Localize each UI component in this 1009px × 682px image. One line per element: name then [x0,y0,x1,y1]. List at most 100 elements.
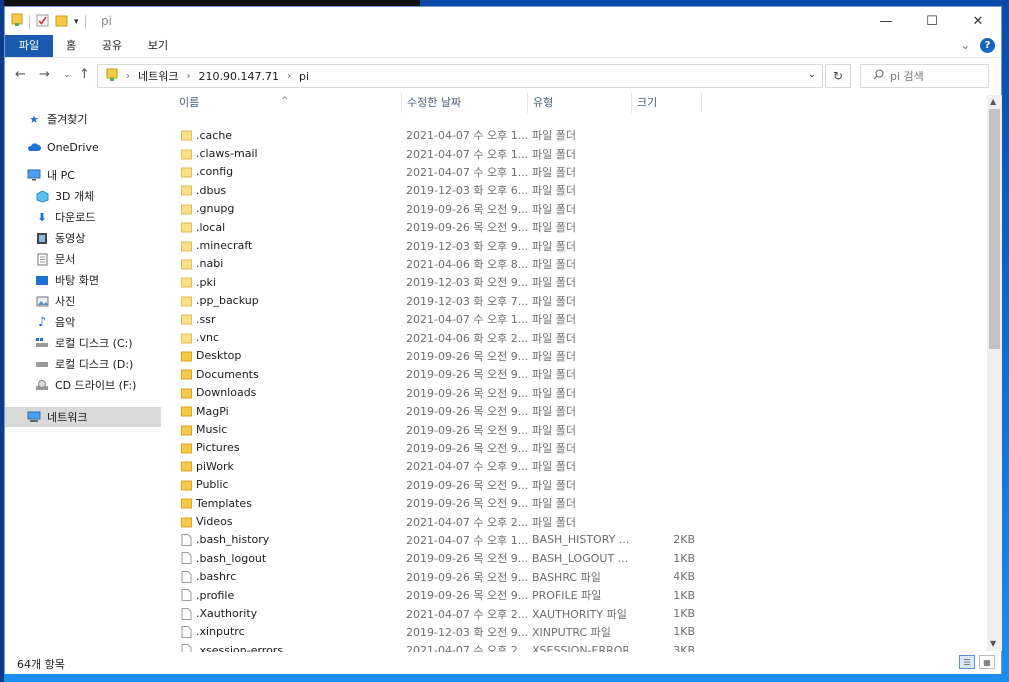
minimize-button[interactable]: — [863,7,909,35]
folder-icon [181,221,196,233]
table-row[interactable]: .claws-mail 2021-04-07 수 오후 1... 파일 폴더 [161,144,701,162]
column-header-date[interactable]: 수정한 날짜 [401,91,527,115]
modified-date: 2019-09-26 목 오전 9... [406,589,528,603]
tab-share[interactable]: 공유 [97,35,127,57]
tab-home[interactable]: 홈 [59,35,83,57]
breadcrumb-network[interactable]: 네트워크 [138,68,178,84]
table-row[interactable]: Videos 2021-04-07 수 오후 2... 파일 폴더 [161,512,701,530]
nav-item-drive-d[interactable]: 로컬 디스크 (D:) [5,354,161,374]
nav-item-cd-drive[interactable]: CD 드라이브 (F:) [5,375,161,395]
back-arrow-icon[interactable]: ← [15,67,26,82]
tab-view[interactable]: 보기 [143,35,173,57]
nav-item-desktop[interactable]: 바탕 화면 [5,270,161,290]
recent-locations-chevron-icon[interactable]: ⌄ [63,70,71,80]
refresh-button[interactable]: ↻ [825,64,851,88]
table-row[interactable]: Templates 2019-09-26 목 오전 9... 파일 폴더 [161,494,701,512]
nav-item-3d-objects[interactable]: 3D 개체 [5,186,161,206]
folder-icon [181,460,196,472]
table-row[interactable]: piWork 2021-04-07 수 오후 9... 파일 폴더 [161,457,701,475]
search-input[interactable]: pi 검색 [860,64,989,88]
nav-item-downloads[interactable]: ⬇ 다운로드 [5,207,161,227]
close-button[interactable]: ✕ [955,7,1001,35]
nav-item-favorites[interactable]: ★ 즐겨찾기 [5,109,161,129]
nav-item-label: 음악 [55,316,76,329]
file-size: 1KB [673,551,695,565]
address-bar[interactable]: › 네트워크 › 210.90.147.71 › pi ⌄ [97,64,823,88]
nav-item-this-pc[interactable]: 내 PC [5,165,161,185]
nav-item-music[interactable]: ♪ 음악 [5,312,161,332]
maximize-button[interactable]: ☐ [909,7,955,35]
column-divider[interactable] [701,93,702,113]
breadcrumb-separator: › [186,70,191,82]
table-row[interactable]: .cache 2021-04-07 수 오후 1... 파일 폴더 [161,126,701,144]
folder-icon [181,166,196,178]
table-row[interactable]: Downloads 2019-09-26 목 오전 9... 파일 폴더 [161,384,701,402]
up-arrow-icon[interactable]: ↑ [79,67,90,82]
table-row[interactable]: .pp_backup 2019-12-03 화 오후 7... 파일 폴더 [161,292,701,310]
nav-item-drive-c[interactable]: 로컬 디스크 (C:) [5,333,161,353]
table-row[interactable]: Public 2019-09-26 목 오전 9... 파일 폴더 [161,476,701,494]
nav-item-label: 문서 [55,253,76,266]
table-row[interactable]: .local 2019-09-26 목 오전 9... 파일 폴더 [161,218,701,236]
file-name-cell: .local [181,221,381,234]
file-type: 파일 폴더 [532,129,576,143]
file-icon [181,552,196,565]
table-row[interactable]: Pictures 2019-09-26 목 오전 9... 파일 폴더 [161,439,701,457]
table-row[interactable]: Documents 2019-09-26 목 오전 9... 파일 폴더 [161,365,701,383]
chevron-down-icon[interactable]: ⌄ [961,39,970,52]
table-row[interactable]: MagPi 2019-09-26 목 오전 9... 파일 폴더 [161,402,701,420]
table-row[interactable]: Desktop 2019-09-26 목 오전 9... 파일 폴더 [161,347,701,365]
column-header-name[interactable]: 이름 ^ [173,91,401,115]
help-button[interactable]: ? [980,38,995,53]
forward-arrow-icon[interactable]: → [39,67,50,82]
table-row[interactable]: .Xauthority 2021-04-07 수 오후 2... XAUTHORIT… [161,604,701,622]
file-name: .config [196,165,234,179]
nav-item-pictures[interactable]: 사진 [5,291,161,311]
nav-item-documents[interactable]: 문서 [5,249,161,269]
tab-file[interactable]: 파일 [5,35,53,57]
file-type: 파일 폴더 [532,349,576,363]
table-row[interactable]: .nabi 2021-04-06 화 오후 8... 파일 폴더 [161,255,701,273]
folder-icon [181,332,196,344]
file-name-cell: .bash_history [181,533,381,546]
scrollbar-thumb[interactable] [989,109,1000,349]
table-row[interactable]: .ssr 2021-04-07 수 오후 1... 파일 폴더 [161,310,701,328]
nav-item-onedrive[interactable]: OneDrive [5,137,161,157]
table-row[interactable]: .xinputrc 2019-12-03 화 오전 9... XINPUTRC 파일… [161,623,701,641]
table-row[interactable]: .bash_logout 2019-09-26 목 오전 9... BASH_LOG… [161,549,701,567]
large-icons-view-icon[interactable]: ▦ [979,655,995,669]
table-row[interactable]: .bash_history 2021-04-07 수 오후 1... BASH_HI… [161,531,701,549]
scroll-down-arrow-icon[interactable]: ▼ [990,639,996,648]
customize-toolbar-chevron-icon[interactable]: ▾ [74,17,79,27]
properties-icon[interactable] [36,14,49,30]
file-name-cell: .bashrc [181,570,381,583]
file-name-cell: .pki [181,276,381,289]
details-view-icon[interactable]: ☰ [959,655,975,669]
nav-item-videos[interactable]: 동영상 [5,228,161,248]
breadcrumb-current[interactable]: pi [299,70,309,83]
nav-item-network[interactable]: 네트워크 [5,407,161,427]
vertical-scrollbar[interactable]: ▲ ▼ [987,95,1002,651]
table-row[interactable]: Music 2019-09-26 목 오전 9... 파일 폴더 [161,420,701,438]
file-name-cell: .pp_backup [181,294,381,307]
table-row[interactable]: .vnc 2021-04-06 화 오후 2... 파일 폴더 [161,328,701,346]
scroll-up-arrow-icon[interactable]: ▲ [990,97,996,106]
column-header-type[interactable]: 유형 [527,91,631,115]
table-row[interactable]: .config 2021-04-07 수 오후 1... 파일 폴더 [161,163,701,181]
table-row[interactable]: .bashrc 2019-09-26 목 오전 9... BASHRC 파일 4KB [161,568,701,586]
table-row[interactable]: .pki 2019-12-03 화 오전 9... 파일 폴더 [161,273,701,291]
table-row[interactable]: .gnupg 2019-09-26 목 오전 9... 파일 폴더 [161,200,701,218]
table-row[interactable]: .profile 2019-09-26 목 오전 9... PROFILE 파일 1K… [161,586,701,604]
ribbon-tabs: 파일 홈 공유 보기 ⌄ ? [5,35,1001,58]
cd-drive-icon [35,378,49,392]
address-history-chevron-icon[interactable]: ⌄ [808,69,816,80]
table-row[interactable]: .minecraft 2019-12-03 화 오후 9... 파일 폴더 [161,236,701,254]
quick-access-toolbar: ▾ [11,13,86,30]
file-type: 파일 폴더 [532,257,576,271]
table-row[interactable]: .dbus 2019-12-03 화 오후 6... 파일 폴더 [161,181,701,199]
column-header-size[interactable]: 크기 [631,91,701,115]
new-folder-icon[interactable] [55,14,68,30]
breadcrumb-host[interactable]: 210.90.147.71 [198,70,278,83]
picture-icon [35,294,49,308]
file-icon [181,589,196,602]
